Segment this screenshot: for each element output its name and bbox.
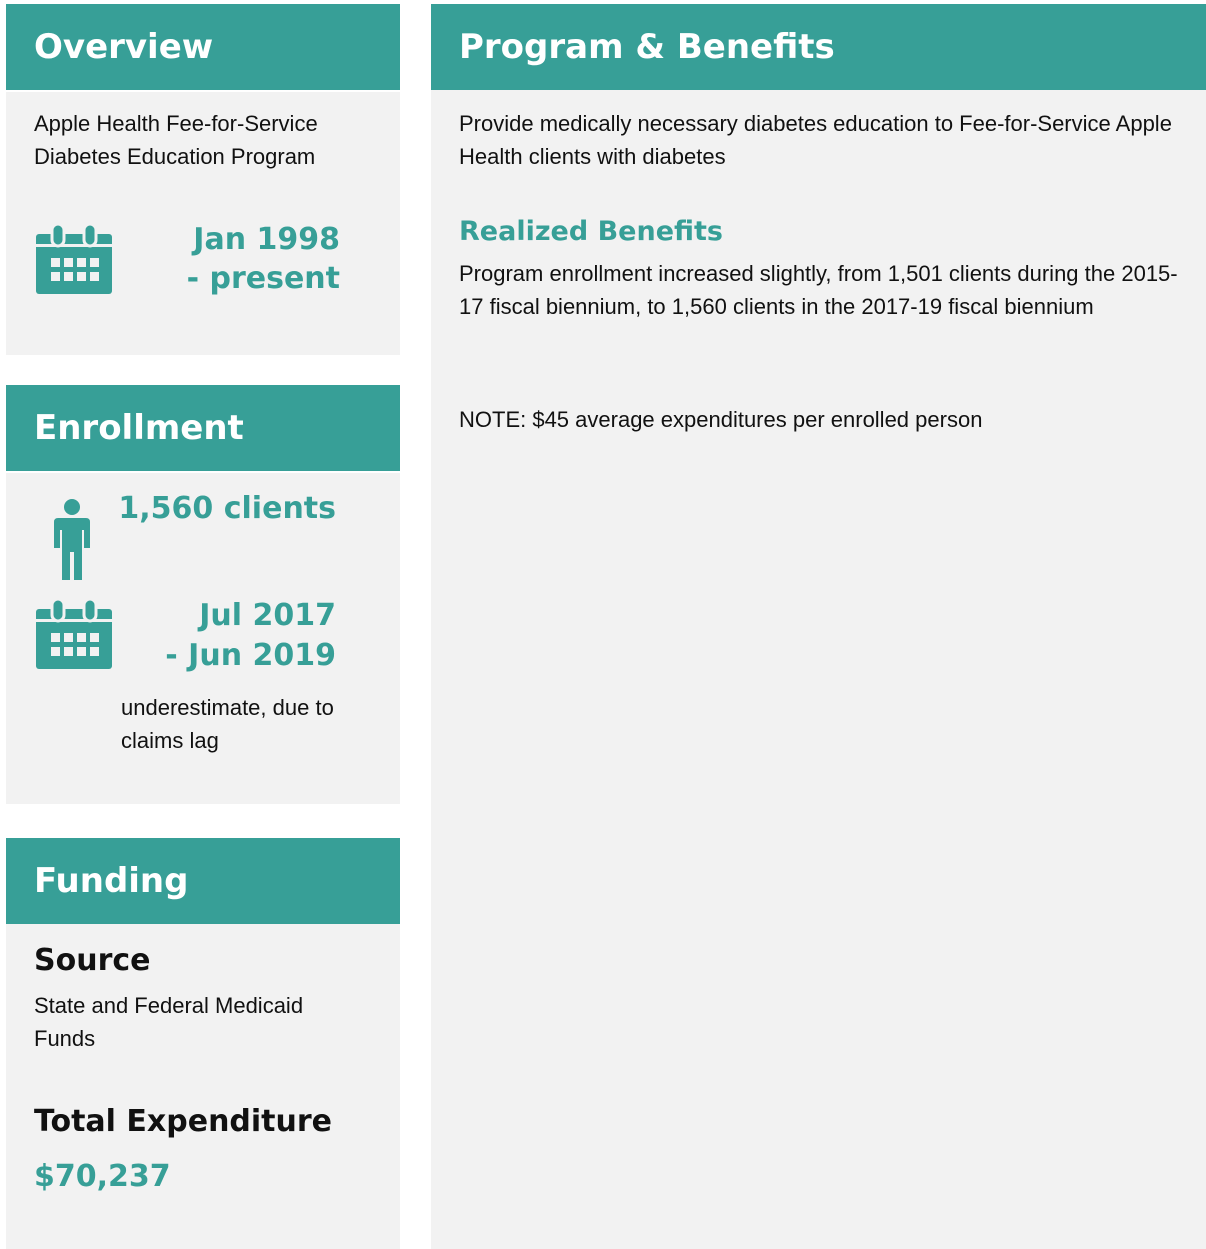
enrollment-title: Enrollment (34, 408, 244, 448)
funding-header: Funding (6, 838, 400, 924)
overview-date-start: Jan 1998 (193, 222, 340, 257)
overview-title: Overview (34, 27, 214, 67)
enrollment-header: Enrollment (6, 385, 400, 471)
source-heading: Source (34, 943, 151, 978)
program-panel: Program & Benefits Provide medically nec… (431, 4, 1206, 1249)
enrollment-period-start: Jul 2017 (199, 598, 336, 633)
overview-header: Overview (6, 4, 400, 90)
expenditure-value: $70,237 (34, 1159, 171, 1194)
overview-date-end: - present (186, 261, 340, 296)
enrollment-period-end: - Jun 2019 (165, 638, 336, 673)
program-header: Program & Benefits (431, 4, 1206, 90)
program-title: Program & Benefits (459, 27, 835, 67)
funding-title: Funding (34, 861, 189, 901)
enrollment-panel: Enrollment 1,560 clients Jul 2017 - Jun … (6, 385, 400, 804)
person-icon (54, 499, 90, 580)
overview-panel: Overview Apple Health Fee-for-Service Di… (6, 4, 400, 355)
calendar-icon (36, 224, 112, 294)
source-text: State and Federal Medicaid Funds (34, 993, 304, 1051)
program-name: Apple Health Fee-for-Service Diabetes Ed… (34, 111, 318, 169)
expenditure-heading: Total Expenditure (34, 1104, 333, 1139)
calendar-icon (36, 599, 112, 669)
enrollment-clients: 1,560 clients (118, 491, 336, 526)
enrollment-note: underestimate, due to claims lag (121, 695, 334, 753)
program-note: NOTE: $45 average expenditures per enrol… (459, 407, 983, 432)
benefits-heading: Realized Benefits (459, 216, 724, 247)
benefits-text: Program enrollment increased slightly, f… (459, 261, 1178, 319)
program-description: Provide medically necessary diabetes edu… (459, 111, 1172, 169)
funding-panel: Funding Source State and Federal Medicai… (6, 838, 400, 1249)
